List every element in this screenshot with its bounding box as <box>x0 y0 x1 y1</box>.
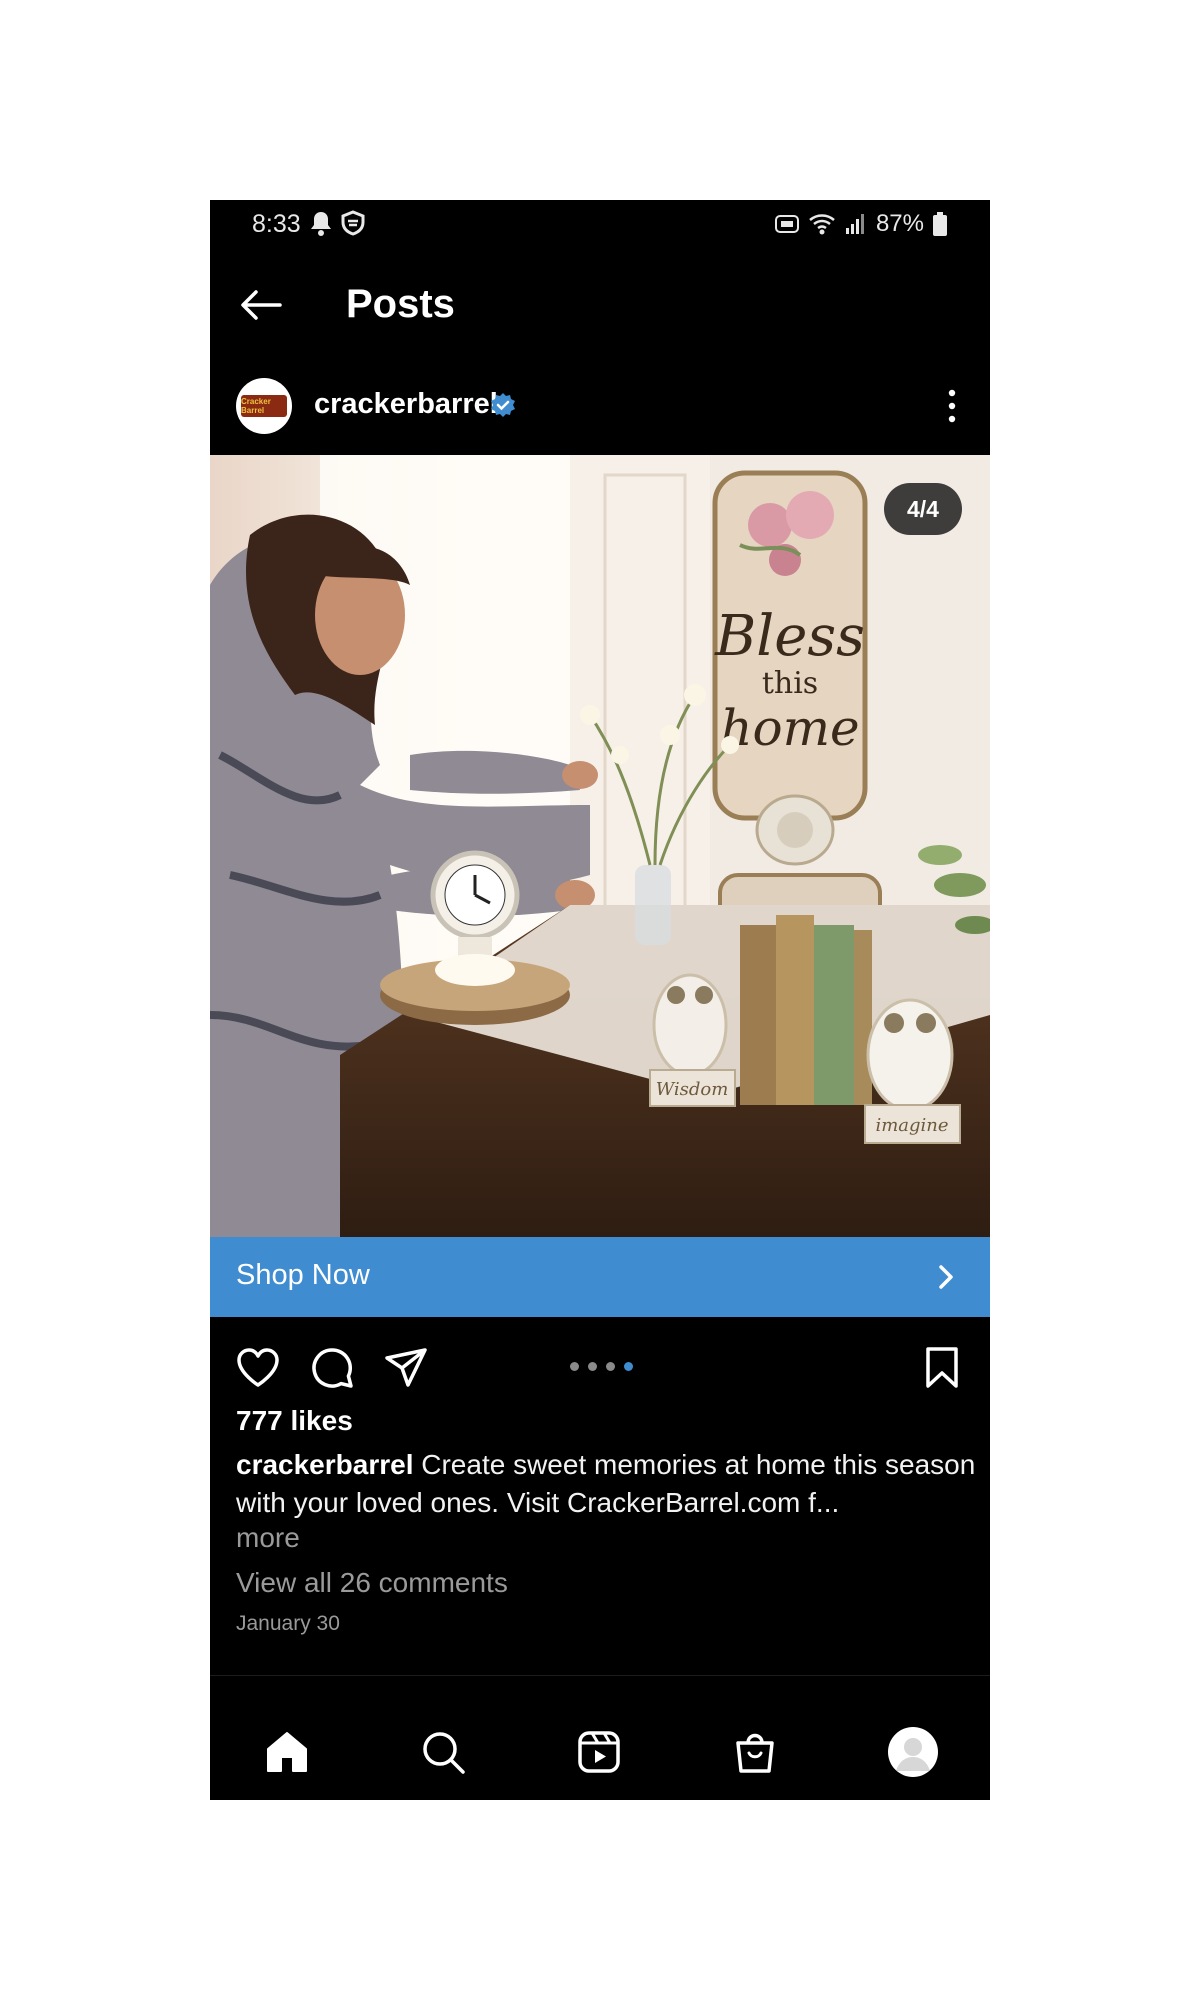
bookmark-icon[interactable] <box>918 1344 966 1392</box>
post-actions <box>210 1340 990 1400</box>
home-icon[interactable] <box>262 1727 312 1777</box>
bottom-nav <box>210 1705 990 1800</box>
caption-username[interactable]: crackerbarrel <box>236 1449 413 1480</box>
post-header: Cracker Barrel crackerbarrel <box>210 370 990 440</box>
view-comments-link[interactable]: View all 26 comments <box>236 1567 508 1599</box>
post-username[interactable]: crackerbarrel <box>314 388 498 421</box>
more-options-icon[interactable] <box>944 388 960 424</box>
carousel-dots <box>570 1362 633 1371</box>
page-title: Posts <box>346 282 455 326</box>
shop-icon[interactable] <box>730 1727 780 1777</box>
post-image[interactable]: Bless this home Wisdom imagine 4/4 <box>210 455 990 1237</box>
svg-text:Bless: Bless <box>714 604 865 669</box>
profile-avatar[interactable] <box>888 1727 938 1777</box>
svg-text:imagine: imagine <box>875 1115 948 1136</box>
user-silhouette-icon <box>896 1738 930 1771</box>
status-time: 8:33 <box>252 210 301 238</box>
signal-icon <box>845 214 864 234</box>
account-avatar[interactable]: Cracker Barrel <box>236 378 292 434</box>
shop-now-label: Shop Now <box>236 1259 370 1291</box>
status-right: 87% <box>774 210 948 238</box>
more-link[interactable]: more <box>236 1522 300 1554</box>
wifi-icon <box>809 214 835 235</box>
cracker-barrel-logo: Cracker Barrel <box>241 395 287 417</box>
battery-percent: 87% <box>875 210 924 237</box>
divider <box>210 1675 990 1676</box>
volte-icon <box>774 215 799 233</box>
svg-text:this: this <box>762 666 818 701</box>
heart-icon[interactable] <box>234 1344 282 1392</box>
bell-icon <box>311 212 331 236</box>
svg-text:Wisdom: Wisdom <box>656 1079 729 1100</box>
image-counter: 4/4 <box>884 483 962 535</box>
reels-icon[interactable] <box>574 1727 624 1777</box>
svg-text:home: home <box>720 699 859 757</box>
status-left-icons <box>310 210 366 236</box>
post-caption: crackerbarrel Create sweet memories at h… <box>236 1446 976 1522</box>
carousel-dot <box>570 1362 579 1371</box>
carousel-dot <box>606 1362 615 1371</box>
carousel-dot-active <box>624 1362 633 1371</box>
shop-now-button[interactable]: Shop Now <box>210 1237 990 1317</box>
back-arrow-icon[interactable] <box>238 282 284 328</box>
post-photo: Bless this home Wisdom imagine <box>210 455 990 1237</box>
verified-badge-icon <box>491 393 515 417</box>
share-icon[interactable] <box>382 1344 430 1392</box>
status-bar: 8:33 87% <box>210 200 990 252</box>
battery-icon <box>933 212 947 236</box>
shield-icon <box>341 210 365 236</box>
page-header: Posts <box>210 270 990 340</box>
carousel-dot <box>588 1362 597 1371</box>
chevron-right-icon <box>939 1265 953 1289</box>
likes-count[interactable]: 777 likes <box>236 1405 353 1437</box>
comment-icon[interactable] <box>308 1344 356 1392</box>
post-date: January 30 <box>236 1612 340 1635</box>
phone-screen: 8:33 87% Posts Cracker Barrel crackerbar… <box>210 200 990 1800</box>
search-icon[interactable] <box>418 1727 468 1777</box>
